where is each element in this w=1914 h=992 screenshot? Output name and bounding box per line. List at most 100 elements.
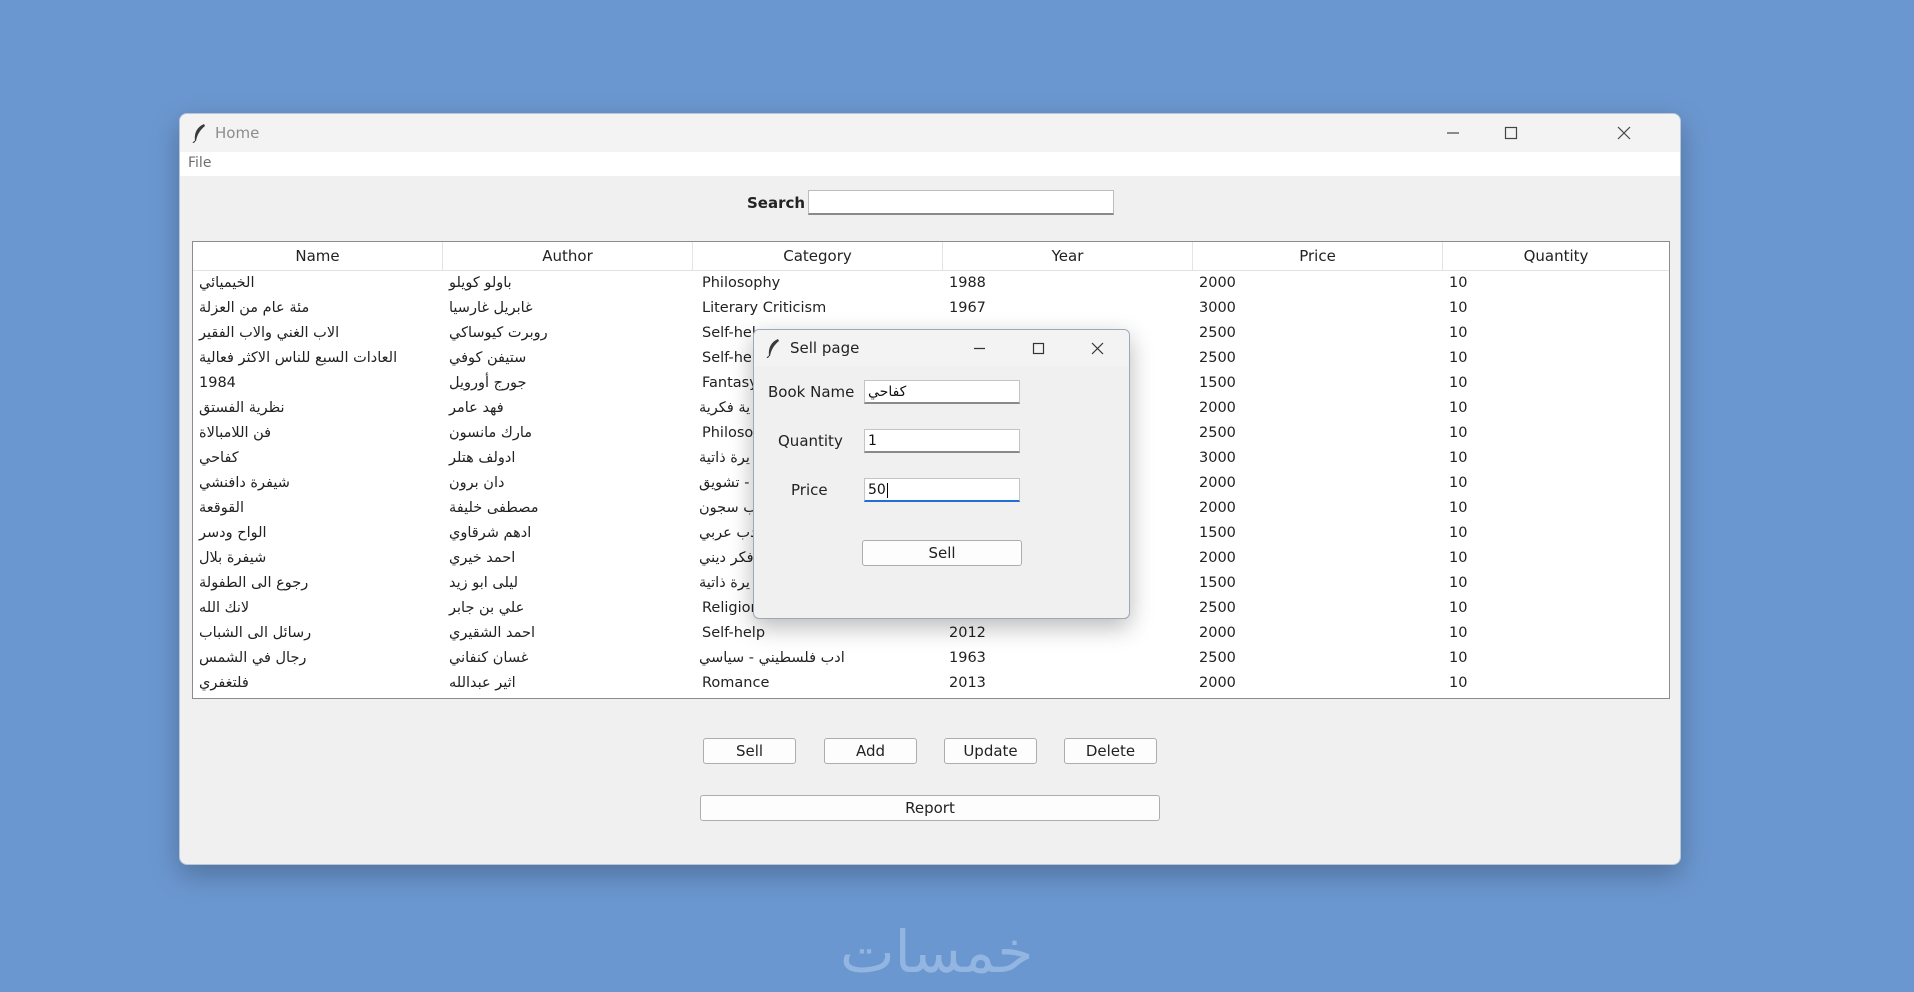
book-name-label: Book Name (768, 383, 855, 401)
search-input[interactable] (808, 190, 1114, 215)
cell-quantity: 10 (1449, 500, 1468, 516)
cell-year: 2012 (949, 625, 986, 641)
cell-name: العادات السبع للناس الاكثر فعالية (199, 350, 398, 366)
table-row[interactable]: رسائل الى الشباب احمد الشقيري Self-help 201… (193, 621, 1669, 646)
cell-name: رسائل الى الشباب (199, 625, 312, 641)
cell-author: علي بن جابر (449, 600, 525, 616)
table-row[interactable]: الخيميائي باولو كويلو Philosophy 1988 2000 10 (193, 271, 1669, 296)
window-close-button[interactable] (1596, 114, 1652, 152)
cell-author: احمد الشقيري (449, 625, 536, 641)
cell-price: 1500 (1199, 375, 1236, 391)
report-button[interactable]: Report (700, 795, 1160, 821)
cell-author: جورج أورويل (449, 375, 527, 391)
window-title: Home (215, 124, 260, 142)
maximize-icon (1504, 126, 1518, 140)
table-row[interactable]: فلتغفري اثير عبدالله Romance 2013 2000 10 (193, 671, 1669, 696)
feather-icon (766, 339, 779, 358)
cell-price: 2000 (1199, 550, 1236, 566)
cell-year: 1988 (949, 275, 986, 291)
feather-icon (192, 124, 205, 143)
cell-author: روبرت كيوساكي (449, 325, 548, 341)
cell-price: 2000 (1199, 675, 1236, 691)
quantity-label: Quantity (778, 432, 843, 450)
cell-quantity: 10 (1449, 575, 1468, 591)
dialog-title: Sell page (790, 339, 860, 357)
maximize-icon (1032, 342, 1044, 354)
cell-name: كفاحي (199, 450, 239, 466)
column-header-category[interactable]: Category (693, 242, 943, 270)
cell-category: Romance (702, 675, 770, 691)
cell-quantity: 10 (1449, 400, 1468, 416)
cell-price: 1500 (1199, 525, 1236, 541)
minimize-icon (1447, 132, 1459, 134)
cell-quantity: 10 (1449, 425, 1468, 441)
cell-quantity: 10 (1449, 375, 1468, 391)
cell-name: الخيميائي (199, 275, 255, 291)
add-button[interactable]: Add (824, 738, 917, 764)
menu-bar: File (180, 152, 1680, 176)
update-button[interactable]: Update (944, 738, 1037, 764)
cell-name: شيفرة دافنشي (199, 475, 290, 491)
cell-category: Literary Criticism (702, 300, 827, 316)
cell-name: فن اللامبالاة (199, 425, 272, 441)
cell-name: رجوع الى الطفولة (199, 575, 309, 591)
dialog-minimize-button[interactable] (950, 330, 1008, 366)
watermark-logo: خمسات (840, 918, 1034, 986)
cell-author: اثير عبدالله (449, 675, 516, 691)
book-name-input[interactable]: كفاحي (864, 380, 1020, 404)
dialog-close-button[interactable] (1068, 330, 1126, 366)
dialog-title-bar[interactable]: Sell page (754, 330, 1129, 366)
cell-quantity: 10 (1449, 325, 1468, 341)
cell-category: Self-help (702, 625, 766, 641)
cell-author: مصطفى خليفة (449, 500, 539, 516)
menu-file[interactable]: File (188, 155, 211, 171)
title-bar[interactable]: Home (180, 114, 1680, 152)
cell-quantity: 10 (1449, 600, 1468, 616)
cell-quantity: 10 (1449, 650, 1468, 666)
column-header-price[interactable]: Price (1193, 242, 1443, 270)
column-header-year[interactable]: Year (943, 242, 1193, 270)
quantity-input[interactable]: 1 (864, 429, 1020, 453)
cell-price: 3000 (1199, 300, 1236, 316)
dialog-maximize-button[interactable] (1009, 330, 1067, 366)
cell-quantity: 10 (1449, 475, 1468, 491)
cell-year: 1963 (949, 650, 986, 666)
cell-quantity: 10 (1449, 450, 1468, 466)
cell-quantity: 10 (1449, 675, 1468, 691)
window-maximize-button[interactable] (1483, 114, 1539, 152)
column-header-name[interactable]: Name (193, 242, 443, 270)
cell-price: 3000 (1199, 450, 1236, 466)
sell-button[interactable]: Sell (703, 738, 796, 764)
minimize-icon (973, 347, 985, 349)
cell-year: 1967 (949, 300, 986, 316)
cell-price: 2500 (1199, 600, 1236, 616)
cell-name: الاب الغني والاب الفقير (199, 325, 340, 341)
table-header: Name Author Category Year Price Quantity (193, 242, 1669, 271)
cell-price: 2500 (1199, 650, 1236, 666)
cell-quantity: 10 (1449, 625, 1468, 641)
cell-quantity: 10 (1449, 550, 1468, 566)
text-caret (886, 482, 888, 498)
cell-author: غابريل غارسيا (449, 300, 533, 316)
price-input[interactable]: 50 (864, 478, 1020, 502)
cell-quantity: 10 (1449, 350, 1468, 366)
cell-name: شيفرة بلال (199, 550, 267, 566)
cell-author: فهد عامر (449, 400, 504, 416)
cell-name: لانك الله (199, 600, 250, 616)
cell-price: 2500 (1199, 325, 1236, 341)
table-row[interactable]: رجال في الشمس غسان كنفاني ادب فلسطيني - سي… (193, 646, 1669, 671)
cell-author: دان برون (449, 475, 505, 491)
column-header-author[interactable]: Author (443, 242, 693, 270)
cell-name: نظرية الفستق (199, 400, 285, 416)
window-minimize-button[interactable] (1425, 114, 1481, 152)
search-label: Search (747, 194, 806, 212)
table-row[interactable]: مئة عام من العزلة غابريل غارسيا Literary C… (193, 296, 1669, 321)
cell-author: احمد خيري (449, 550, 516, 566)
cell-author: ادولف هتلر (449, 450, 516, 466)
delete-button[interactable]: Delete (1064, 738, 1157, 764)
cell-author: مارك مانسون (449, 425, 533, 441)
cell-author: ستيفن كوفي (449, 350, 527, 366)
cell-price: 2500 (1199, 425, 1236, 441)
column-header-quantity[interactable]: Quantity (1443, 242, 1669, 270)
dialog-sell-button[interactable]: Sell (862, 540, 1022, 566)
